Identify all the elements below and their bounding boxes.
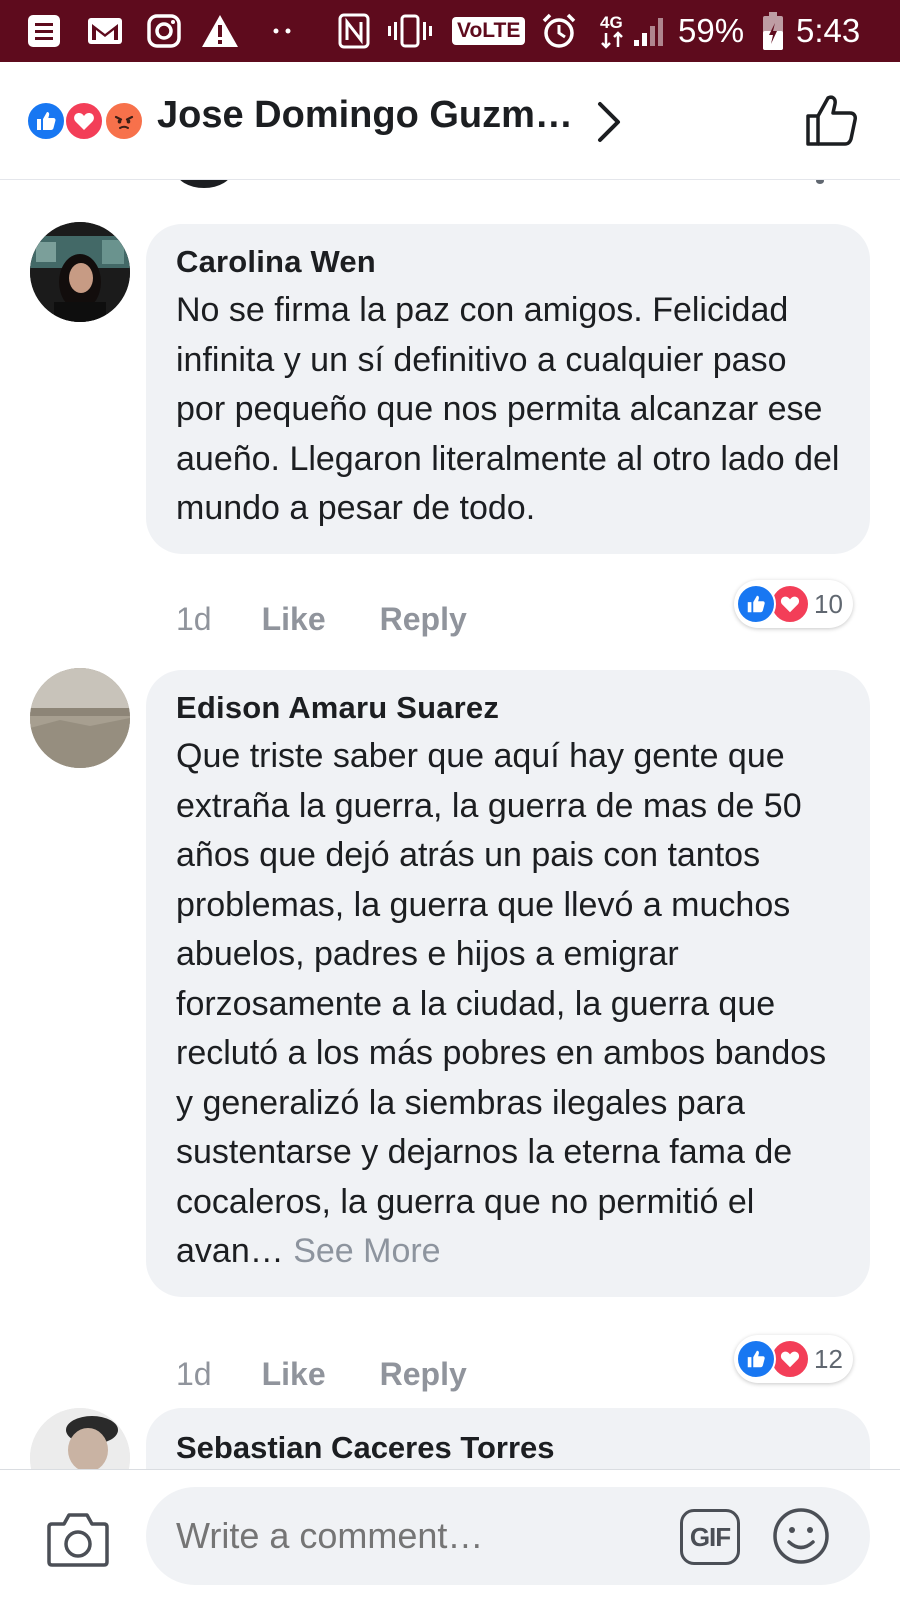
avatar[interactable]: [30, 668, 130, 768]
battery-percent: 59%: [678, 12, 745, 49]
volte-label: VoLTE: [452, 17, 526, 45]
signal-icon: [632, 0, 668, 62]
like-thumb-icon[interactable]: [804, 92, 860, 148]
status-bar: VoLTE 4G 59% 5:43: [0, 0, 900, 62]
instagram-icon: [146, 0, 182, 62]
avatar[interactable]: [30, 222, 130, 322]
comment-text: No se firma la paz con amigos. Felicidad…: [176, 291, 840, 527]
comment-actions: 1d Like Reply: [176, 599, 467, 639]
comment-input-box[interactable]: GIF: [146, 1487, 870, 1585]
comment-bubble[interactable]: Edison Amaru Suarez Que triste saber que…: [146, 670, 870, 1297]
see-more-link[interactable]: See More: [293, 1232, 440, 1270]
reaction-count: 10: [814, 588, 843, 619]
like-button[interactable]: Like: [262, 601, 326, 638]
alarm-icon: [540, 0, 578, 62]
reply-button[interactable]: Reply: [380, 1356, 467, 1393]
camera-icon[interactable]: [46, 1510, 110, 1568]
comment-composer: GIF: [0, 1469, 900, 1600]
reply-button[interactable]: Reply: [380, 601, 467, 638]
gif-button[interactable]: GIF: [680, 1509, 740, 1565]
like-reaction-icon: [736, 584, 776, 624]
reactors-name[interactable]: Jose Domingo Guzm…: [157, 94, 573, 137]
like-button[interactable]: Like: [262, 1356, 326, 1393]
comment-bubble[interactable]: Carolina Wen No se firma la paz con amig…: [146, 224, 870, 554]
love-reaction-icon: [770, 1339, 810, 1379]
avatar: [176, 180, 232, 188]
warning-icon: [200, 0, 240, 62]
reaction-count-pill[interactable]: 12: [734, 1335, 853, 1383]
svg-text:4G: 4G: [600, 13, 623, 32]
comments-list[interactable]: Carolina Wen No se firma la paz con amig…: [0, 180, 900, 1531]
network-4g-icon: 4G: [598, 0, 628, 62]
reaction-count: 12: [814, 1343, 843, 1374]
comment-text: Que triste saber que aquí hay gente que …: [176, 732, 844, 1277]
reaction-count-pill[interactable]: 10: [734, 580, 853, 628]
comment-author[interactable]: Carolina Wen: [176, 244, 844, 280]
more-dots-icon: [272, 0, 294, 62]
angry-reaction-icon: [104, 101, 144, 141]
nfc-icon: [338, 0, 370, 62]
comment-input[interactable]: [176, 1515, 656, 1557]
more-dot: [816, 180, 824, 184]
comment-author[interactable]: Edison Amaru Suarez: [176, 690, 844, 726]
emoji-icon[interactable]: [770, 1505, 832, 1567]
comment-actions: 1d Like Reply: [176, 1354, 467, 1394]
comment-author[interactable]: Sebastian Caceres Torres: [176, 1430, 555, 1466]
notes-icon: [26, 0, 62, 62]
battery-icon: [762, 0, 784, 62]
vibrate-icon: [388, 0, 432, 62]
love-reaction-icon: [770, 584, 810, 624]
like-reaction-icon: [736, 1339, 776, 1379]
chevron-right-icon[interactable]: [594, 100, 624, 144]
reactions-header[interactable]: Jose Domingo Guzm…: [0, 62, 900, 180]
comment-text-content: Que triste saber que aquí hay gente que …: [176, 737, 827, 1270]
comment-time[interactable]: 1d: [176, 601, 212, 638]
comments-sheet: Jose Domingo Guzm… Carolina Wen No se fi…: [0, 62, 900, 1600]
gif-label: GIF: [689, 1521, 731, 1552]
like-reaction-icon: [26, 101, 66, 141]
volte-icon: VoLTE: [452, 0, 526, 62]
gmail-icon: [86, 0, 124, 62]
clock: 5:43: [796, 12, 861, 49]
love-reaction-icon: [64, 101, 104, 141]
comment-bubble[interactable]: Sebastian Caceres Torres: [146, 1408, 870, 1478]
comment-time[interactable]: 1d: [176, 1356, 212, 1393]
reactions-summary[interactable]: [26, 99, 150, 143]
